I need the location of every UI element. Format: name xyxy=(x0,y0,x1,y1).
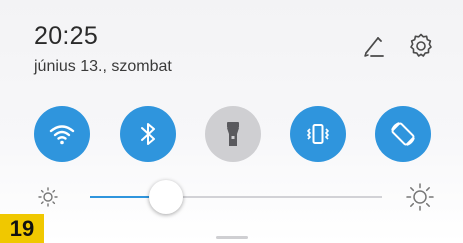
settings-gear-icon xyxy=(410,33,432,57)
bluetooth-toggle[interactable] xyxy=(120,106,176,162)
step-number-badge: 19 xyxy=(0,214,44,243)
edit-icon xyxy=(364,37,384,57)
panel-drag-handle[interactable] xyxy=(216,236,248,239)
bluetooth-icon xyxy=(141,123,155,145)
wifi-toggle[interactable] xyxy=(34,106,90,162)
slider-thumb[interactable] xyxy=(148,180,183,214)
flashlight-toggle[interactable] xyxy=(205,106,261,162)
settings-button[interactable] xyxy=(405,30,437,62)
brightness-high-icon xyxy=(405,182,435,217)
quick-settings-panel: 20:25 június 13., szombat 19 xyxy=(0,0,463,243)
auto-rotate-toggle[interactable] xyxy=(375,106,431,162)
wifi-icon xyxy=(49,125,75,145)
clock-time: 20:25 xyxy=(34,22,99,50)
date-label: június 13., szombat xyxy=(34,58,172,75)
vibrate-toggle[interactable] xyxy=(290,106,346,162)
edit-button[interactable] xyxy=(357,30,389,62)
flashlight-icon xyxy=(227,122,239,146)
auto-rotate-icon xyxy=(391,122,415,146)
brightness-low-icon xyxy=(36,185,60,214)
brightness-slider[interactable] xyxy=(90,180,382,214)
vibrate-icon xyxy=(307,124,329,144)
